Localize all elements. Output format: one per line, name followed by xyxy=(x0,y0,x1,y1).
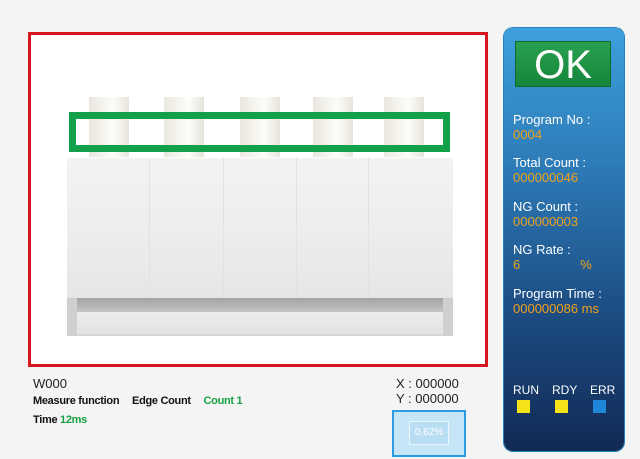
body-divider xyxy=(223,158,224,298)
measure-label: Measure function xyxy=(33,395,120,407)
err-indicator-light xyxy=(593,400,606,413)
ng-rate: NG Rate : 6% xyxy=(513,242,592,272)
ng-rate-row: 6% xyxy=(513,257,592,272)
thumbnail-percent: 0.62% xyxy=(409,421,449,445)
connector-base xyxy=(67,312,453,334)
rdy-indicator-light xyxy=(555,400,568,413)
measure-info: Measure function Edge Count Count 1 xyxy=(33,395,243,407)
base-left-edge xyxy=(67,298,77,336)
program-no: Program No : 0004 xyxy=(513,112,590,142)
run-label: RUN xyxy=(513,383,539,397)
y-coordinate: Y : 000000 xyxy=(396,391,459,406)
measure-roi-box[interactable] xyxy=(69,112,450,152)
x-coordinate: X : 000000 xyxy=(396,376,459,391)
thumbnail-preview[interactable]: 0.62% xyxy=(392,410,466,457)
inspection-image xyxy=(31,35,485,364)
time-value: 12ms xyxy=(60,414,87,426)
total-count-label: Total Count : xyxy=(513,155,586,170)
connector-body xyxy=(67,158,453,298)
program-no-label: Program No : xyxy=(513,112,591,127)
connector-base-edge xyxy=(67,298,453,312)
connector-base-shadow xyxy=(67,334,453,336)
body-divider xyxy=(149,158,150,298)
camera-view[interactable] xyxy=(28,32,488,367)
err-label: ERR xyxy=(590,383,616,397)
program-time-label: Program Time : xyxy=(513,286,602,301)
ng-count: NG Count : 000000003 xyxy=(513,199,578,229)
ng-count-label: NG Count : xyxy=(513,199,579,214)
result-badge: OK xyxy=(515,41,611,87)
status-panel: OK Program No : 0004 Total Count : 00000… xyxy=(504,28,624,451)
body-divider xyxy=(368,158,369,298)
tool-id: W000 xyxy=(33,376,67,391)
ng-rate-value: 6 xyxy=(513,257,521,272)
total-count-value: 000000046 xyxy=(513,170,579,185)
program-time: Program Time : 000000086 ms xyxy=(513,286,602,316)
ng-count-value: 000000003 xyxy=(513,214,579,229)
time-info: Time 12ms xyxy=(33,414,87,426)
rdy-label: RDY xyxy=(552,383,578,397)
function-name: Edge Count xyxy=(132,395,191,407)
program-time-value: 000000086 ms xyxy=(513,301,600,316)
time-label: Time xyxy=(33,414,58,426)
ng-rate-unit: % xyxy=(580,257,592,272)
ng-rate-label: NG Rate : xyxy=(513,242,571,257)
coordinates-readout: X : 000000 Y : 000000 xyxy=(396,376,459,406)
base-right-edge xyxy=(443,298,453,336)
program-no-value: 0004 xyxy=(513,127,542,142)
run-indicator-light xyxy=(517,400,530,413)
total-count: Total Count : 000000046 xyxy=(513,155,586,185)
body-divider xyxy=(296,158,297,298)
count-value: Count 1 xyxy=(203,395,243,407)
